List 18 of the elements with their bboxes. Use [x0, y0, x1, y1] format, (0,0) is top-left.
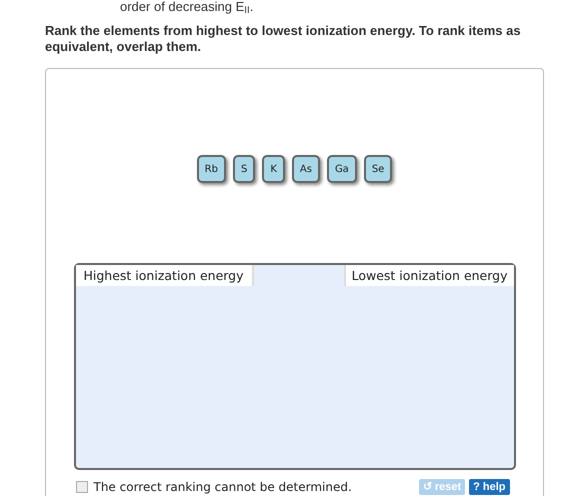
instructions-text: Rank the elements from highest to lowest ionization energy. To rank items as equivalent, overlap them.: [45, 23, 522, 55]
button-label: help: [482, 480, 506, 495]
element-tile[interactable]: S: [232, 155, 256, 183]
checkbox-label: The correct ranking cannot be determined.: [94, 479, 352, 496]
checkbox[interactable]: [76, 481, 88, 493]
help-button[interactable]: ? help: [469, 479, 510, 495]
intro-text: order of decreasing E$_{II}$.: [120, 0, 254, 14]
element-tile[interactable]: K: [262, 155, 285, 183]
ranking-label: Lowest ionization energy: [344, 265, 514, 286]
element-tile[interactable]: Se: [364, 155, 392, 183]
element-tile[interactable]: Rb: [196, 155, 226, 183]
button-label: reset: [434, 480, 462, 495]
ranking-area[interactable]: Highest ionization energy Lowest ionization energy: [74, 263, 516, 470]
element-tile[interactable]: Ga: [326, 155, 357, 183]
element-tile[interactable]: As: [292, 155, 320, 183]
ranking-label: Highest ionization energy: [76, 265, 254, 286]
help-icon: ?: [473, 479, 480, 495]
reset-icon: ↺: [422, 479, 432, 495]
